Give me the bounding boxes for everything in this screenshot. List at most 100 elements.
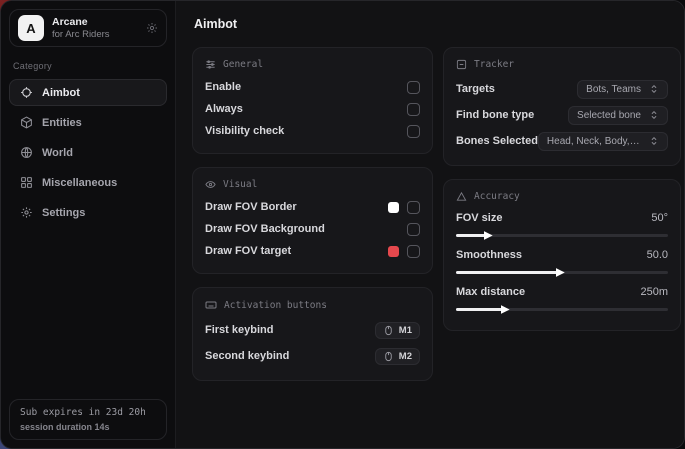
card-title: Activation buttons <box>224 300 327 311</box>
setting-label: Draw FOV Border <box>205 201 297 213</box>
find-bone-type-select[interactable]: Selected bone <box>568 106 668 125</box>
card-title: Visual <box>223 179 257 190</box>
unfold-icon <box>649 110 659 120</box>
targets-select[interactable]: Bots, Teams <box>577 80 668 99</box>
setting-row-always: Always <box>205 98 420 120</box>
fov-size-slider[interactable] <box>456 230 668 241</box>
setting-row-visibility-check: Visibility check <box>205 120 420 142</box>
accuracy-card: Accuracy FOV size 50° <box>443 179 681 331</box>
sidebar-item-miscellaneous[interactable]: Miscellaneous <box>9 169 167 196</box>
slider-thumb[interactable] <box>501 305 510 314</box>
keyboard-icon <box>205 299 217 311</box>
enable-checkbox[interactable] <box>407 81 420 94</box>
grid-icon <box>20 176 33 189</box>
general-card-header: General <box>205 59 420 70</box>
sub-expiry-text: Sub expires in 23d 20h <box>20 407 156 418</box>
keybind-row-first: First keybind M1 <box>205 317 420 343</box>
brand-logo: A <box>18 15 44 41</box>
main-panel: Aimbot General Enable <box>176 1 685 448</box>
slider-value: 50.0 <box>647 249 668 261</box>
sidebar-item-entities[interactable]: Entities <box>9 109 167 136</box>
app-window: A Arcane for Arc Riders Category Aimbot … <box>0 0 685 449</box>
session-duration-text: session duration 14s <box>20 422 156 432</box>
setting-label: Draw FOV Background <box>205 223 325 235</box>
brand-title: Arcane <box>52 16 110 28</box>
visibility-check-checkbox[interactable] <box>407 125 420 138</box>
activation-card: Activation buttons First keybind M1 Seco… <box>192 287 433 381</box>
general-card: General Enable Always Visibility check <box>192 47 433 154</box>
max-distance-slider[interactable] <box>456 304 668 315</box>
fov-border-color-swatch[interactable] <box>388 202 399 213</box>
tracker-card: Tracker Targets Bots, Teams Find bone ty… <box>443 47 681 166</box>
content-columns: General Enable Always Visibility check <box>192 47 681 394</box>
visual-card: Visual Draw FOV Border Draw FOV Backgrou… <box>192 167 433 274</box>
keybind-value: M1 <box>399 325 412 336</box>
slider-thumb[interactable] <box>556 268 565 277</box>
sidebar-item-label: Miscellaneous <box>42 177 117 189</box>
slider-label: Smoothness <box>456 249 522 261</box>
eye-icon <box>205 179 216 190</box>
mouse-icon <box>383 325 394 336</box>
bones-selected-select[interactable]: Head, Neck, Body, Pe... <box>538 132 668 151</box>
always-checkbox[interactable] <box>407 103 420 116</box>
tracker-label: Targets <box>456 83 495 95</box>
tracker-card-header: Tracker <box>456 59 668 70</box>
fov-target-checkbox[interactable] <box>407 245 420 258</box>
slider-thumb[interactable] <box>484 231 493 240</box>
slider-label: FOV size <box>456 212 502 224</box>
slider-fill <box>456 234 486 237</box>
brand-text: Arcane for Arc Riders <box>52 16 110 40</box>
triangle-icon <box>456 191 467 202</box>
gear-icon[interactable] <box>146 22 158 34</box>
tracker-label: Bones Selected <box>456 135 538 147</box>
slider-row-max-distance: Max distance 250m <box>456 282 668 315</box>
setting-label: Visibility check <box>205 125 284 137</box>
unfold-icon <box>649 84 659 94</box>
sidebar: A Arcane for Arc Riders Category Aimbot … <box>1 1 176 448</box>
setting-row-enable: Enable <box>205 76 420 98</box>
settings-gear-icon <box>20 206 33 219</box>
page-title: Aimbot <box>194 17 679 31</box>
fov-target-color-swatch[interactable] <box>388 246 399 257</box>
select-value: Selected bone <box>577 110 641 121</box>
accuracy-card-header: Accuracy <box>456 191 668 202</box>
scan-target-icon <box>456 59 467 70</box>
keybind-row-second: Second keybind M2 <box>205 343 420 369</box>
setting-label: Always <box>205 103 243 115</box>
keybind-label: Second keybind <box>205 350 289 362</box>
slider-row-fov-size: FOV size 50° <box>456 208 668 241</box>
setting-row-fov-target: Draw FOV target <box>205 240 420 262</box>
card-title: Accuracy <box>474 191 520 202</box>
sidebar-item-world[interactable]: World <box>9 139 167 166</box>
first-keybind-button[interactable]: M1 <box>375 322 420 339</box>
sidebar-item-label: Aimbot <box>42 87 80 99</box>
slider-row-smoothness: Smoothness 50.0 <box>456 245 668 278</box>
category-label: Category <box>13 61 163 71</box>
select-value: Bots, Teams <box>586 84 641 95</box>
setting-row-fov-border: Draw FOV Border <box>205 196 420 218</box>
tracker-label: Find bone type <box>456 109 534 121</box>
globe-icon <box>20 146 33 159</box>
sidebar-item-label: Entities <box>42 117 82 129</box>
mouse-icon <box>383 351 394 362</box>
card-title: General <box>223 59 263 70</box>
second-keybind-button[interactable]: M2 <box>375 348 420 365</box>
brand-card: A Arcane for Arc Riders <box>9 9 167 47</box>
crosshair-icon <box>20 86 33 99</box>
sliders-icon <box>205 59 216 70</box>
smoothness-slider[interactable] <box>456 267 668 278</box>
fov-background-checkbox[interactable] <box>407 223 420 236</box>
sidebar-item-settings[interactable]: Settings <box>9 199 167 226</box>
brand-subtitle: for Arc Riders <box>52 29 110 40</box>
sidebar-item-label: World <box>42 147 73 159</box>
fov-border-checkbox[interactable] <box>407 201 420 214</box>
subscription-card: Sub expires in 23d 20h session duration … <box>9 399 167 440</box>
unfold-icon <box>649 136 659 146</box>
setting-label: Enable <box>205 81 241 93</box>
slider-label: Max distance <box>456 286 525 298</box>
tracker-row-bones-selected: Bones Selected Head, Neck, Body, Pe... <box>456 128 668 154</box>
sidebar-item-aimbot[interactable]: Aimbot <box>9 79 167 106</box>
select-value: Head, Neck, Body, Pe... <box>547 136 641 147</box>
keybind-value: M2 <box>399 351 412 362</box>
slider-fill <box>456 308 503 311</box>
